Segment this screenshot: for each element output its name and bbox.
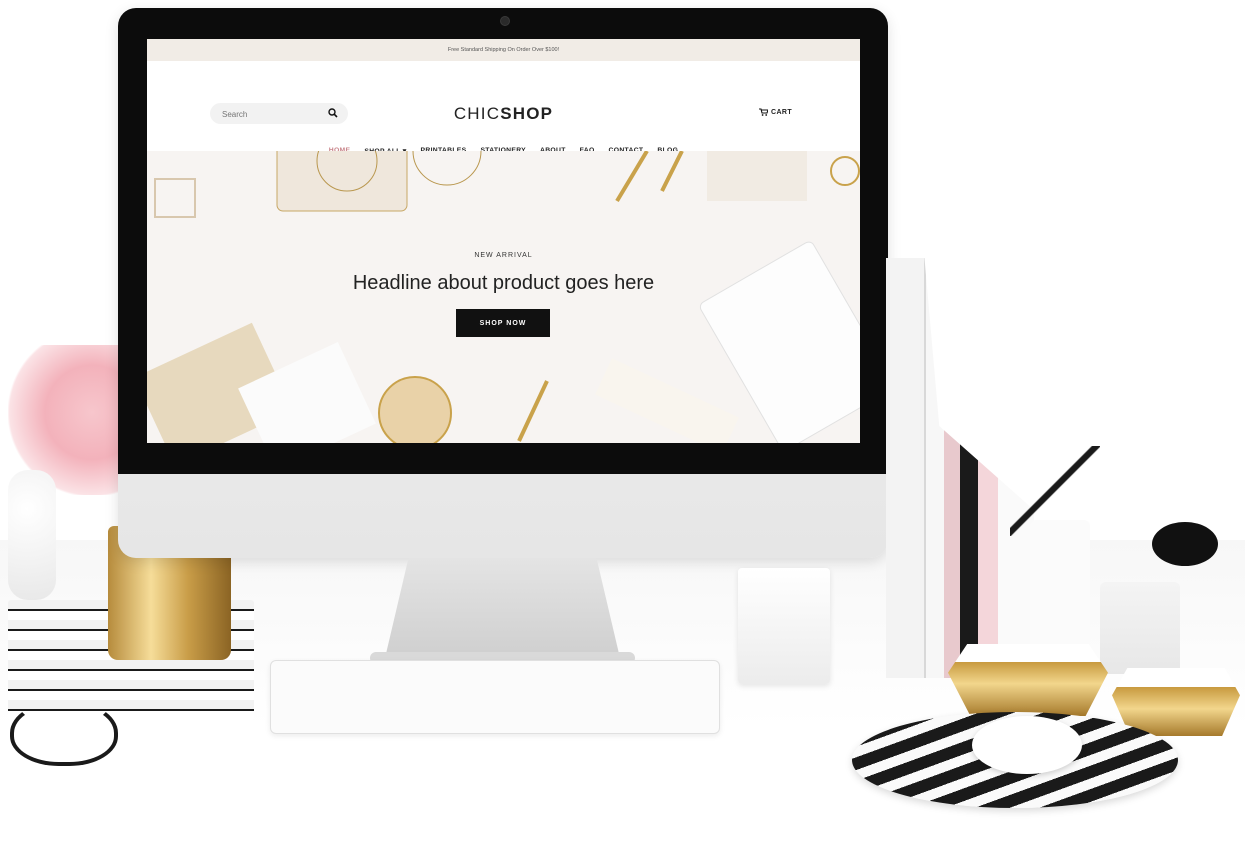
logo-text-bold: SHOP — [500, 104, 554, 123]
hero-label: NEW ARRIVAL — [474, 252, 533, 259]
website-screen: Free Standard Shipping On Order Over $10… — [147, 39, 860, 443]
cart-icon — [759, 108, 768, 116]
cart-link[interactable]: CART — [759, 108, 792, 116]
promo-bar: Free Standard Shipping On Order Over $10… — [147, 39, 860, 61]
camera-icon — [500, 16, 510, 26]
tape-dispenser — [738, 568, 830, 684]
eyeglasses — [10, 700, 118, 766]
shop-now-button[interactable]: SHOP NOW — [456, 309, 550, 337]
site-header: CHICSHOP CART HOME SHOP ALL ▾ PRINTABLES… — [147, 61, 860, 155]
perfume-bottle — [1100, 582, 1180, 674]
site-logo[interactable]: CHICSHOP — [147, 104, 860, 124]
imac-stand — [385, 558, 620, 658]
cart-label: CART — [771, 108, 793, 116]
hero-background-image — [147, 151, 860, 443]
vase-decoration — [8, 470, 56, 600]
hero-headline: Headline about product goes here — [352, 272, 655, 294]
perfume-bulb — [1152, 522, 1218, 566]
hero-banner: NEW ARRIVAL Headline about product goes … — [147, 151, 860, 443]
logo-text-thin: CHIC — [453, 104, 501, 123]
gold-dish — [948, 644, 1108, 716]
keyboard — [270, 660, 720, 734]
pencil-cup — [1030, 520, 1090, 650]
mouse — [972, 716, 1082, 774]
